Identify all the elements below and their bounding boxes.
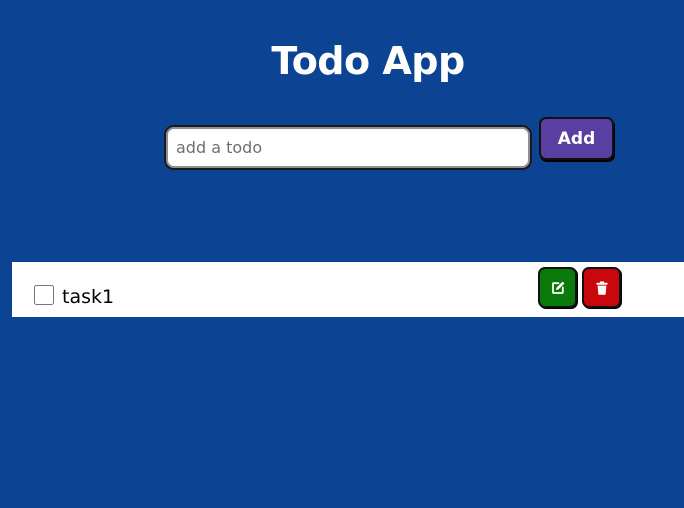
page-title: Todo App: [271, 39, 465, 83]
edit-icon: [551, 281, 565, 295]
todo-input[interactable]: [164, 125, 532, 170]
todo-item: task1: [12, 262, 684, 317]
edit-button[interactable]: [538, 267, 577, 308]
todo-list: task1: [12, 262, 684, 317]
delete-button[interactable]: [582, 267, 621, 308]
todo-checkbox[interactable]: [34, 285, 54, 305]
trash-icon: [596, 280, 608, 295]
add-button[interactable]: Add: [539, 117, 614, 160]
todo-text: task1: [62, 286, 115, 308]
